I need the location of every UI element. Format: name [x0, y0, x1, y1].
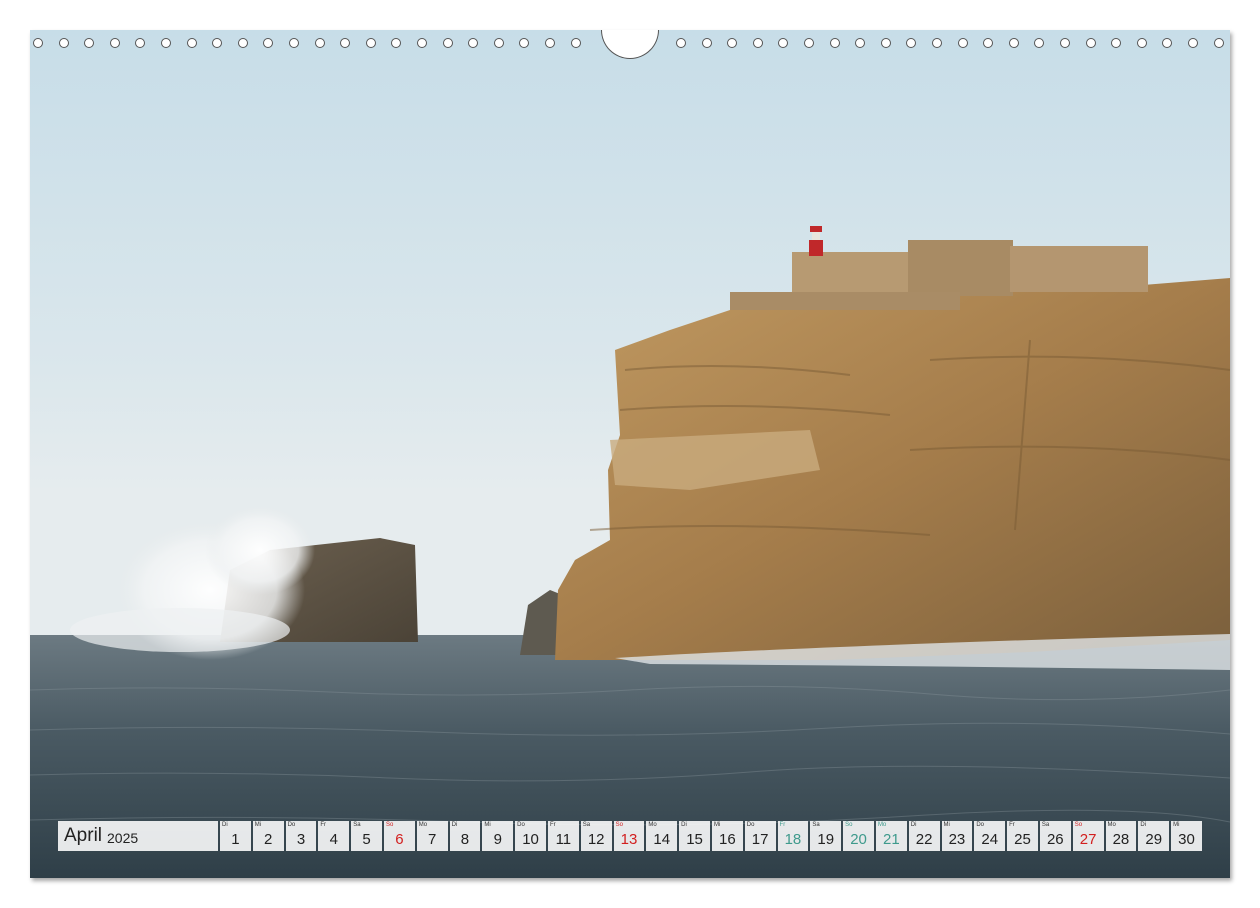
- day-number: 17: [751, 831, 769, 848]
- day-cell: Sa 26: [1039, 821, 1071, 851]
- day-weekday: Mi: [943, 822, 950, 828]
- coastal-cliff-photo: [30, 30, 1230, 878]
- day-number: 2: [264, 831, 273, 848]
- day-weekday: So: [1074, 822, 1083, 828]
- month-year: 2025: [107, 829, 139, 846]
- day-cell: Di 22: [908, 821, 940, 851]
- day-number: 23: [948, 831, 966, 848]
- day-number: 5: [362, 831, 371, 848]
- day-cell: Di 8: [449, 821, 481, 851]
- day-weekday: Sa: [353, 822, 361, 828]
- day-cell: Sa 12: [580, 821, 612, 851]
- day-number: 28: [1112, 831, 1130, 848]
- day-number: 25: [1014, 831, 1031, 848]
- day-cell: So 6: [383, 821, 415, 851]
- day-number: 29: [1145, 831, 1163, 848]
- day-weekday: Do: [287, 822, 296, 828]
- day-cells: Di 1 Mi 2 Do 3 Fr 4 Sa 5 So 6 Mo 7 Di 8 Mi 9 Do 10 Fr 11 Sa 12 S…: [220, 821, 1202, 851]
- day-weekday: Do: [746, 822, 755, 828]
- day-weekday: Sa: [582, 822, 591, 828]
- day-weekday: Sa: [812, 822, 820, 828]
- day-number: 10: [522, 831, 539, 848]
- day-number: 19: [817, 831, 835, 848]
- day-cell: Di 15: [679, 821, 710, 851]
- day-cell: Fr 11: [547, 821, 579, 851]
- day-cell: Sa 19: [810, 821, 842, 851]
- day-cell: Di 29: [1138, 821, 1170, 851]
- day-cell: Mo 21: [875, 821, 907, 851]
- day-cell: Mo 28: [1105, 821, 1137, 851]
- day-weekday: Mi: [1173, 822, 1180, 828]
- day-cell: So 13: [613, 821, 645, 851]
- day-weekday: Mi: [713, 822, 721, 828]
- day-cell: Do 10: [515, 821, 546, 851]
- day-cell: Do 3: [285, 821, 317, 851]
- day-cell: Sa 5: [351, 821, 382, 851]
- calendar-strip: April 2025 Di 1 Mi 2 Do 3 Fr 4 Sa 5 So 6 Mo 7 Di 8 Mi 9 Do…: [58, 821, 1202, 851]
- day-weekday: Di: [1140, 822, 1146, 828]
- day-cell: Fr 4: [318, 821, 350, 851]
- day-weekday: Mo: [1107, 822, 1116, 828]
- day-weekday: Do: [517, 822, 525, 828]
- day-weekday: Fr: [1009, 822, 1015, 828]
- day-cell: Do 17: [744, 821, 776, 851]
- day-cell: Fr 25: [1007, 821, 1038, 851]
- day-number: 14: [653, 831, 671, 848]
- day-cell: Mi 16: [711, 821, 743, 851]
- day-cell: Mi 2: [252, 821, 284, 851]
- day-number: 21: [882, 831, 900, 848]
- day-cell: Mi 30: [1171, 821, 1202, 851]
- day-number: 1: [231, 831, 240, 848]
- day-number: 8: [460, 831, 470, 848]
- day-weekday: Mo: [648, 822, 657, 828]
- day-number: 30: [1178, 831, 1195, 848]
- day-cell: So 27: [1072, 821, 1104, 851]
- day-number: 7: [428, 831, 437, 848]
- day-number: 20: [850, 831, 867, 848]
- day-weekday: Mo: [877, 822, 887, 828]
- day-weekday: Mi: [254, 822, 262, 828]
- day-weekday: Sa: [1041, 822, 1050, 828]
- day-number: 22: [915, 831, 933, 848]
- day-number: 13: [620, 831, 638, 848]
- day-weekday: Mo: [418, 822, 428, 828]
- day-cell: Mi 23: [941, 821, 973, 851]
- day-weekday: Fr: [320, 822, 327, 828]
- day-number: 3: [296, 831, 306, 848]
- day-number: 18: [784, 831, 802, 848]
- day-number: 27: [1079, 831, 1097, 848]
- day-number: 6: [395, 831, 404, 848]
- month-label-box: April 2025: [58, 821, 218, 851]
- day-number: 24: [981, 831, 999, 848]
- month-name: April: [64, 825, 103, 846]
- day-cell: Mo 7: [416, 821, 448, 851]
- day-number: 15: [686, 831, 703, 848]
- day-cell: So 20: [843, 821, 874, 851]
- day-weekday: Di: [910, 822, 917, 828]
- day-number: 9: [493, 831, 502, 848]
- day-number: 11: [555, 831, 572, 848]
- day-number: 12: [587, 831, 605, 848]
- day-weekday: Di: [222, 822, 228, 828]
- day-number: 26: [1046, 831, 1064, 848]
- day-cell: Do 24: [974, 821, 1006, 851]
- day-weekday: So: [385, 822, 394, 828]
- day-weekday: So: [845, 822, 853, 828]
- day-number: 4: [329, 831, 338, 848]
- day-weekday: Di: [681, 822, 687, 828]
- day-weekday: Mi: [484, 822, 491, 828]
- day-weekday: So: [615, 822, 623, 828]
- day-weekday: Do: [976, 822, 984, 828]
- day-cell: Mo 14: [646, 821, 678, 851]
- day-cell: Mi 9: [482, 821, 514, 851]
- day-cell: Fr 18: [777, 821, 809, 851]
- day-weekday: Di: [451, 822, 458, 828]
- day-number: 16: [719, 831, 736, 848]
- day-weekday: Fr: [779, 822, 786, 828]
- calendar-page: April 2025 Di 1 Mi 2 Do 3 Fr 4 Sa 5 So 6 Mo 7 Di 8 Mi 9 Do…: [30, 30, 1230, 878]
- day-weekday: Fr: [549, 822, 556, 828]
- day-cell: Di 1: [220, 821, 251, 851]
